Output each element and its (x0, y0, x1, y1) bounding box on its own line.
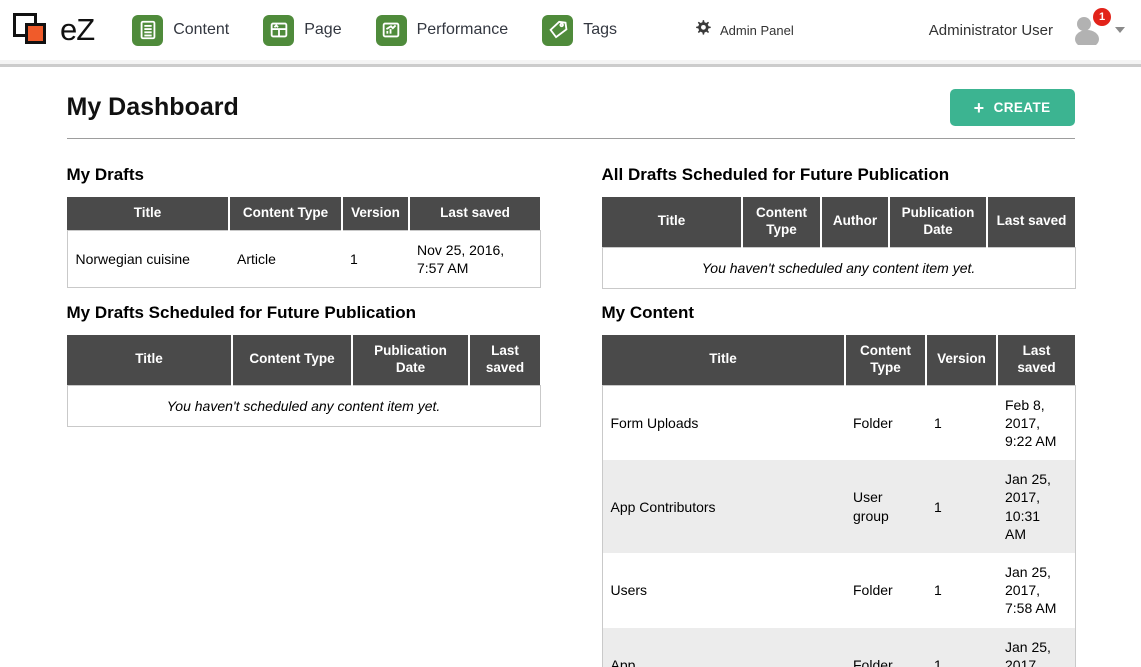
cell-version: 1 (926, 628, 997, 667)
cell-last-saved: Nov 25, 2016, 7:57 AM (409, 230, 540, 287)
cell-last-saved: Jan 25, 2017, 7:55 AM (997, 628, 1075, 667)
cell-last-saved: Jan 25, 2017, 10:31 AM (997, 460, 1075, 553)
column-header-content-type: Content Type (232, 335, 352, 385)
column-header-version: Version (926, 335, 997, 385)
nav-item-performance[interactable]: Performance (376, 15, 509, 46)
table-row[interactable]: Norwegian cuisine Article 1 Nov 25, 2016… (67, 230, 540, 287)
admin-panel-button[interactable]: Admin Panel (695, 19, 794, 41)
column-header-title: Title (67, 335, 232, 385)
cell-title: App Contributors (602, 460, 845, 553)
create-button-label: CREATE (994, 100, 1051, 115)
cell-title: Users (602, 553, 845, 628)
page-title: My Dashboard (67, 93, 239, 122)
all-drafts-scheduled-title: All Drafts Scheduled for Future Publicat… (602, 165, 1075, 185)
nav-item-content[interactable]: Content (132, 15, 229, 46)
my-drafts-scheduled-section: My Drafts Scheduled for Future Publicati… (67, 289, 540, 427)
main-nav: Content Page Performance (132, 15, 617, 46)
cell-version: 1 (926, 460, 997, 553)
nav-item-tags[interactable]: Tags (542, 15, 617, 46)
nav-label-performance: Performance (417, 21, 509, 39)
table-header-row: Title Content Type Author Publication Da… (602, 197, 1075, 247)
cell-title: App (602, 628, 845, 667)
my-drafts-scheduled-title: My Drafts Scheduled for Future Publicati… (67, 303, 540, 323)
performance-chart-icon (376, 15, 407, 46)
cell-content-type: User group (845, 460, 926, 553)
table-header-row: Title Content Type Version Last saved (602, 335, 1075, 385)
column-header-title: Title (602, 335, 845, 385)
empty-state-message: You haven't scheduled any content item y… (602, 247, 1075, 288)
my-drafts-title: My Drafts (67, 165, 540, 185)
table-row[interactable]: Users Folder 1 Jan 25, 2017, 7:58 AM (602, 553, 1075, 628)
avatar[interactable]: 1 (1069, 15, 1103, 45)
cell-content-type: Folder (845, 628, 926, 667)
column-header-content-type: Content Type (845, 335, 926, 385)
my-content-title: My Content (602, 303, 1075, 323)
gear-icon (695, 19, 712, 41)
column-header-title: Title (67, 197, 229, 230)
content-icon (132, 15, 163, 46)
my-drafts-table: Title Content Type Version Last saved No… (67, 197, 541, 288)
empty-state-row: You haven't scheduled any content item y… (602, 247, 1075, 288)
column-header-content-type: Content Type (229, 197, 342, 230)
column-header-author: Author (821, 197, 889, 247)
top-navigation-bar: eZ Content Page (0, 0, 1141, 60)
column-header-publication-date: Publication Date (352, 335, 469, 385)
ez-logo-icon (12, 8, 56, 52)
chevron-down-icon (1115, 27, 1125, 33)
cell-version: 1 (342, 230, 409, 287)
table-row[interactable]: App Folder 1 Jan 25, 2017, 7:55 AM (602, 628, 1075, 667)
nav-item-page[interactable]: Page (263, 15, 341, 46)
page-icon (263, 15, 294, 46)
page-header: My Dashboard + CREATE (67, 67, 1075, 139)
dashboard-page: My Dashboard + CREATE My Drafts Title Co… (67, 67, 1075, 667)
column-header-publication-date: Publication Date (889, 197, 987, 247)
create-button[interactable]: + CREATE (950, 89, 1075, 126)
my-drafts-section: My Drafts Title Content Type Version Las… (67, 151, 540, 288)
ez-logo-text: eZ (60, 12, 94, 48)
user-name: Administrator User (929, 22, 1053, 39)
cell-last-saved: Feb 8, 2017, 9:22 AM (997, 385, 1075, 460)
cell-version: 1 (926, 385, 997, 460)
nav-label-tags: Tags (583, 21, 617, 39)
ez-logo[interactable]: eZ (12, 8, 94, 52)
my-content-section: My Content Title Content Type Version La… (602, 289, 1075, 667)
column-header-last-saved: Last saved (409, 197, 540, 230)
tags-icon (542, 15, 573, 46)
all-drafts-scheduled-table: Title Content Type Author Publication Da… (602, 197, 1076, 289)
table-row[interactable]: App Contributors User group 1 Jan 25, 20… (602, 460, 1075, 553)
notification-badge[interactable]: 1 (1093, 8, 1111, 26)
cell-content-type: Folder (845, 385, 926, 460)
column-header-last-saved: Last saved (997, 335, 1075, 385)
column-header-title: Title (602, 197, 742, 247)
cell-version: 1 (926, 553, 997, 628)
column-header-last-saved: Last saved (987, 197, 1075, 247)
all-drafts-scheduled-section: All Drafts Scheduled for Future Publicat… (602, 151, 1075, 289)
my-content-table: Title Content Type Version Last saved Fo… (602, 335, 1076, 667)
empty-state-row: You haven't scheduled any content item y… (67, 385, 540, 426)
my-drafts-scheduled-table: Title Content Type Publication Date Last… (67, 335, 541, 427)
column-header-last-saved: Last saved (469, 335, 540, 385)
cell-title: Norwegian cuisine (67, 230, 229, 287)
cell-last-saved: Jan 25, 2017, 7:58 AM (997, 553, 1075, 628)
nav-label-content: Content (173, 21, 229, 39)
column-header-version: Version (342, 197, 409, 230)
column-header-content-type: Content Type (742, 197, 821, 247)
table-header-row: Title Content Type Version Last saved (67, 197, 540, 230)
plus-icon: + (974, 103, 985, 113)
table-header-row: Title Content Type Publication Date Last… (67, 335, 540, 385)
cell-content-type: Article (229, 230, 342, 287)
cell-content-type: Folder (845, 553, 926, 628)
admin-panel-label: Admin Panel (720, 23, 794, 38)
header-divider (0, 60, 1141, 67)
nav-label-page: Page (304, 21, 341, 39)
dashboard-grid: My Drafts Title Content Type Version Las… (67, 151, 1075, 667)
user-menu[interactable]: Administrator User 1 (929, 15, 1125, 45)
cell-title: Form Uploads (602, 385, 845, 460)
table-row[interactable]: Form Uploads Folder 1 Feb 8, 2017, 9:22 … (602, 385, 1075, 460)
empty-state-message: You haven't scheduled any content item y… (67, 385, 540, 426)
